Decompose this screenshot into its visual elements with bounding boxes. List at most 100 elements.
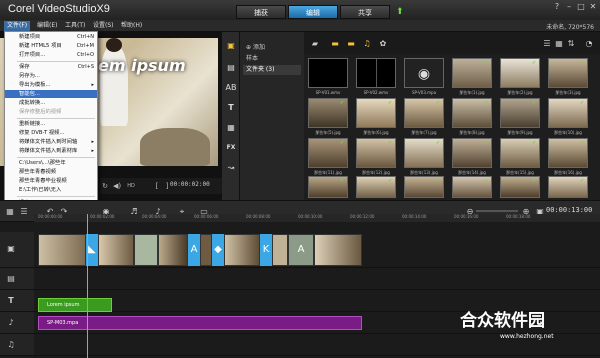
menu-save-as[interactable]: 另存为... — [5, 72, 97, 80]
folder-samples[interactable]: 样本 — [243, 54, 301, 64]
timeline-view-icon[interactable]: ☰ — [18, 206, 30, 218]
transition-icon[interactable]: AB — [225, 82, 237, 94]
library-item[interactable]: ✔ — [500, 98, 540, 128]
title-track-icon[interactable]: T — [6, 296, 16, 306]
menu-insert-timeline[interactable]: 将媒体文件插入到时间轴 ▸ — [5, 138, 97, 146]
tab-capture[interactable]: 捕获 — [236, 5, 286, 19]
library-item[interactable]: ✔ — [548, 138, 588, 168]
title-clip[interactable]: Lorem ipsum — [38, 298, 112, 312]
video-filter-icon[interactable]: ▬ — [330, 39, 340, 48]
menu-batch-convert[interactable]: 成批转换... — [5, 99, 97, 107]
list-view-icon[interactable]: ☰ — [542, 39, 552, 48]
library-item[interactable]: ✔ — [452, 98, 492, 128]
title-icon[interactable]: T — [225, 102, 237, 114]
media-icon[interactable]: ▣ — [225, 40, 237, 52]
volume-icon[interactable]: ◀) — [112, 181, 122, 191]
menu-tools[interactable]: 工具(T) — [62, 21, 88, 31]
menu-recent-4[interactable]: E:\工作\已转\无入 — [5, 186, 97, 194]
menu-help[interactable]: 帮助(H) — [118, 21, 145, 31]
video-clip[interactable] — [98, 234, 134, 266]
library-item[interactable]: ✔ — [452, 138, 492, 168]
video-clip[interactable] — [224, 234, 260, 266]
playhead[interactable] — [87, 214, 88, 358]
upload-arrow-icon[interactable]: ⬆ — [396, 7, 404, 17]
music-track-icon[interactable]: ♫ — [6, 340, 16, 350]
maximize-icon[interactable]: □ — [576, 2, 586, 12]
menu-edit[interactable]: 编辑(E) — [34, 21, 60, 31]
path-icon[interactable]: ↝ — [225, 162, 237, 174]
zoom-slider[interactable] — [476, 210, 518, 212]
video-clip[interactable]: A — [288, 234, 314, 266]
library-item[interactable]: ✔ — [452, 176, 492, 198]
transition-clip[interactable]: ◆ — [212, 234, 224, 266]
timeline-ruler[interactable]: 00:00:00:00 00:00:02:00 00:00:04:00 00:0… — [34, 214, 600, 222]
overlay-track-icon[interactable]: ▤ — [6, 274, 16, 284]
library-item[interactable]: ✔ — [548, 98, 588, 128]
grid-view-icon[interactable]: ▦ — [554, 39, 564, 48]
menu-insert-library[interactable]: 将媒体文件插入到素材库 ▸ — [5, 147, 97, 155]
photo-filter-icon[interactable]: ▬ — [346, 39, 356, 48]
menu-new-html5[interactable]: 新建 HTML5 项目 Ctrl+M — [5, 42, 97, 50]
tab-edit[interactable]: 编辑 — [288, 5, 338, 19]
repeat-icon[interactable]: ↻ — [100, 181, 110, 191]
video-clip[interactable] — [134, 234, 158, 266]
menu-save[interactable]: 保存 Ctrl+S — [5, 63, 97, 71]
add-folder-button[interactable]: ⊕ 添加 — [246, 42, 265, 51]
library-item[interactable]: ✔ — [308, 138, 348, 168]
video-clip[interactable] — [38, 234, 86, 266]
menu-recent-2[interactable]: 那些年青春视频 — [5, 168, 97, 176]
video-track-icon[interactable]: ▣ — [6, 244, 16, 254]
library-item[interactable]: ✔ — [308, 176, 348, 198]
video-clip[interactable] — [200, 234, 212, 266]
overlay-track[interactable] — [34, 268, 600, 290]
tab-share[interactable]: 共享 — [340, 5, 390, 19]
library-item[interactable]: ✔ — [452, 58, 492, 88]
library-item[interactable]: ✔ — [356, 98, 396, 128]
library-item[interactable]: ✔ — [500, 176, 540, 198]
filter-icon[interactable]: FX — [225, 142, 237, 154]
menu-repair-dvbt[interactable]: 修复 DVB-T 视频... — [5, 129, 97, 137]
menu-open-project[interactable]: 打开项目... Ctrl+O — [5, 51, 97, 59]
hd-icon[interactable]: HD — [126, 181, 136, 191]
folder-icon[interactable]: ▰ — [310, 39, 320, 48]
library-item[interactable]: ✔ — [404, 138, 444, 168]
minimize-icon[interactable]: – — [564, 2, 574, 12]
library-item[interactable]: ✔ — [500, 138, 540, 168]
transition-clip[interactable]: A — [188, 234, 200, 266]
menu-smart-package[interactable]: 智能包... — [5, 90, 97, 98]
zoom-icon[interactable]: ◔ — [584, 39, 594, 48]
library-item[interactable]: ✔ — [404, 176, 444, 198]
audio-file-icon[interactable]: ◉ — [404, 58, 444, 88]
library-item[interactable]: ✔ — [308, 98, 348, 128]
library-item[interactable]: ✔ — [404, 98, 444, 128]
mark-in-icon[interactable]: [ — [152, 181, 162, 191]
library-item[interactable]: ✔ — [356, 176, 396, 198]
sort-icon[interactable]: ⇅ — [566, 39, 576, 48]
video-clip[interactable] — [158, 234, 188, 266]
library-item[interactable]: ✔ — [548, 58, 588, 88]
close-icon[interactable]: ✕ — [588, 2, 598, 12]
help-icon[interactable]: ? — [552, 2, 562, 12]
video-clip[interactable] — [272, 234, 288, 266]
library-item[interactable]: ✔ — [500, 58, 540, 88]
voice-track-icon[interactable]: ♪ — [6, 318, 16, 328]
menu-export-template[interactable]: 导出为模板... ▸ — [5, 81, 97, 89]
audio-filter-icon[interactable]: ♫ — [362, 39, 372, 48]
menu-settings[interactable]: 设置(S) — [90, 21, 117, 31]
menu-recent-1[interactable]: C:\Users\...\那些年 — [5, 159, 97, 167]
library-item[interactable]: ✔ — [548, 176, 588, 198]
library-item[interactable]: ✔ — [356, 138, 396, 168]
menu-recent-3[interactable]: 那些年青春毕业视频 — [5, 177, 97, 185]
menu-relink[interactable]: 重新链接... — [5, 120, 97, 128]
transition-clip[interactable]: K — [260, 234, 272, 266]
instant-project-icon[interactable]: ▤ — [225, 62, 237, 74]
graphic-icon[interactable]: ▦ — [225, 122, 237, 134]
storyboard-view-icon[interactable]: ▦ — [4, 206, 16, 218]
menu-new-project[interactable]: 新建项目 Ctrl+N — [5, 33, 97, 41]
video-clip[interactable] — [314, 234, 362, 266]
library-item[interactable] — [308, 58, 348, 88]
library-item[interactable] — [356, 58, 396, 88]
menu-file[interactable]: 文件(F) — [4, 21, 31, 31]
color-filter-icon[interactable]: ✿ — [378, 39, 388, 48]
folder-user[interactable]: 文件夹 (3) — [243, 65, 301, 75]
